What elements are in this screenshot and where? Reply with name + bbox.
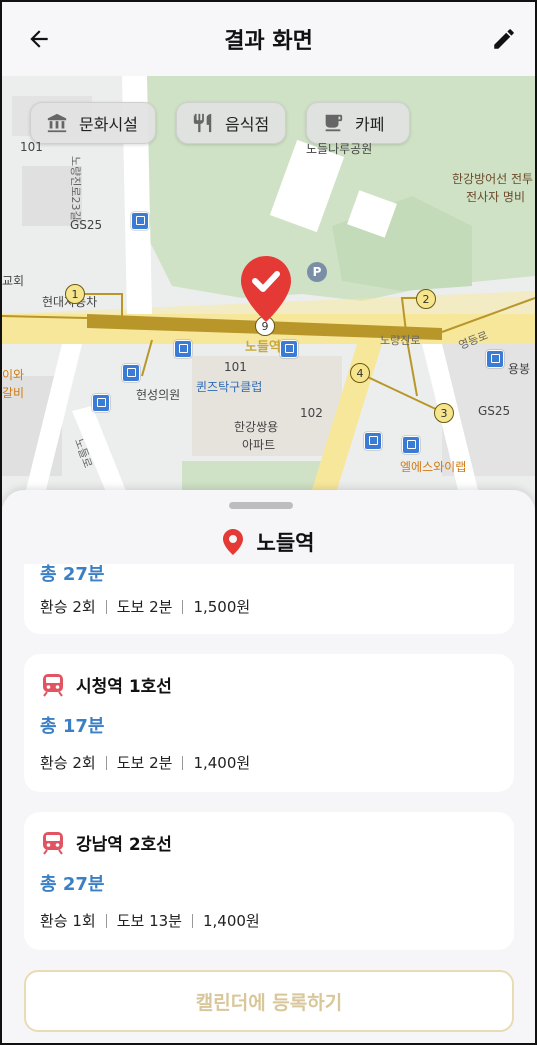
stop-marker-2[interactable]: 2 [416,289,436,309]
stop-marker-1[interactable]: 1 [65,284,85,304]
bus-stop-icon[interactable] [280,340,298,358]
map-view[interactable]: 문화시설 음식점 카페 101 GS25 교회 현대자동차 현성의원 퀸즈탁구클… [2,76,535,506]
bus-stop-icon[interactable] [364,432,382,450]
route-card[interactable]: 강남역 2호선 총 27분 환승 1회 도보 13분 1,400원 [24,812,514,950]
register-calendar-button[interactable]: 캘린더에 등록하기 [24,970,514,1032]
location-pin-icon[interactable] [238,254,294,324]
route-line-row: 강남역 2호선 [42,830,172,855]
map-label: 한강방어선 전투 [452,172,534,186]
filter-chip-culture[interactable]: 문화시설 [30,102,156,144]
bottom-sheet[interactable]: 노들역 총 27분 환승 2회 도보 2분 1,500원 시청역 1호선 총 1… [2,490,535,1043]
bus-stop-icon[interactable] [92,394,110,412]
route-line-row: 시청역 1호선 [42,672,172,697]
filter-chip-cafe[interactable]: 카페 [306,102,410,144]
map-label: 노량진로 [380,334,421,347]
bus-stop-icon[interactable] [122,364,140,382]
walk-time: 도보 2분 [116,598,173,616]
map-label: 갈비 [2,386,25,400]
route-meta: 환승 1회 도보 13분 1,400원 [40,910,260,931]
fare: 1,400원 [193,754,251,772]
map-label: 이와 [2,368,25,382]
app-frame: 결과 화면 문화시설 음식점 카페 101 GS25 교회 현성의원 퀸즈탁구클… [0,0,537,1045]
walk-time: 도보 13분 [116,912,182,930]
sheet-drag-handle[interactable] [229,502,293,509]
map-label: 노량진로23길 [69,156,82,221]
fare: 1,400원 [202,912,260,930]
divider [191,913,193,928]
stop-marker-4[interactable]: 4 [350,363,370,383]
route-card[interactable]: 시청역 1호선 총 17분 환승 2회 도보 2분 1,400원 [24,654,514,792]
subway-icon [43,673,63,697]
sheet-header: 노들역 [2,520,535,564]
divider [182,755,184,770]
museum-icon [45,111,69,135]
route-line-name: 강남역 2호선 [76,835,172,855]
map-label: 전사자 명비 [466,190,526,204]
page-title: 결과 화면 [224,29,313,54]
divider [105,755,107,770]
route-meta: 환승 2회 도보 2분 1,500원 [40,596,250,617]
bus-stop-icon[interactable] [131,212,149,230]
location-pin-icon [222,529,243,555]
pencil-icon [494,29,514,49]
map-label: 한강쌍용 [234,420,279,434]
divider [182,599,184,614]
route-line-name: 시청역 1호선 [76,677,172,697]
map-label: 교회 [2,274,25,288]
divider [105,599,107,614]
stop-marker-3[interactable]: 3 [434,403,454,423]
station-map-label: 노들역 [245,340,281,355]
destination-station-name: 노들역 [256,531,315,555]
walk-time: 도보 2분 [116,754,173,772]
back-button[interactable] [24,24,54,54]
subway-icon [43,831,63,855]
cafe-icon [321,111,345,135]
map-label: 아파트 [242,438,276,452]
edit-button[interactable] [489,24,519,54]
transfer-count: 환승 2회 [40,754,96,772]
divider [105,913,107,928]
map-label: 용봉 [508,362,531,376]
route-card[interactable]: 총 27분 환승 2회 도보 2분 1,500원 [24,564,514,634]
map-label: 102 [300,406,323,420]
map-label: 퀸즈탁구클럽 [196,380,263,394]
top-app-bar: 결과 화면 [2,2,535,76]
route-total-time: 총 27분 [40,564,105,585]
arrow-left-icon [30,30,48,48]
bus-stop-icon[interactable] [402,436,420,454]
route-meta: 환승 2회 도보 2분 1,400원 [40,752,250,773]
transfer-count: 환승 1회 [40,912,96,930]
map-label: 엘에스와이랩 [400,460,467,474]
bus-stop-icon[interactable] [486,350,504,368]
transfer-count: 환승 2회 [40,598,96,616]
bus-stop-icon[interactable] [174,340,192,358]
route-total-time: 총 27분 [40,874,105,895]
restaurant-icon [191,111,215,135]
map-label: GS25 [478,404,511,418]
route-list[interactable]: 총 27분 환승 2회 도보 2분 1,500원 시청역 1호선 총 17분 환… [2,564,535,964]
filter-chip-restaurant[interactable]: 음식점 [176,102,286,144]
map-label: 현성의원 [136,388,181,402]
map-label: 101 [20,140,43,154]
map-label: 101 [224,360,247,374]
fare: 1,500원 [193,598,251,616]
parking-icon: P [307,262,327,282]
map-label: 노들나루공원 [306,142,373,156]
route-total-time: 총 17분 [40,716,105,737]
